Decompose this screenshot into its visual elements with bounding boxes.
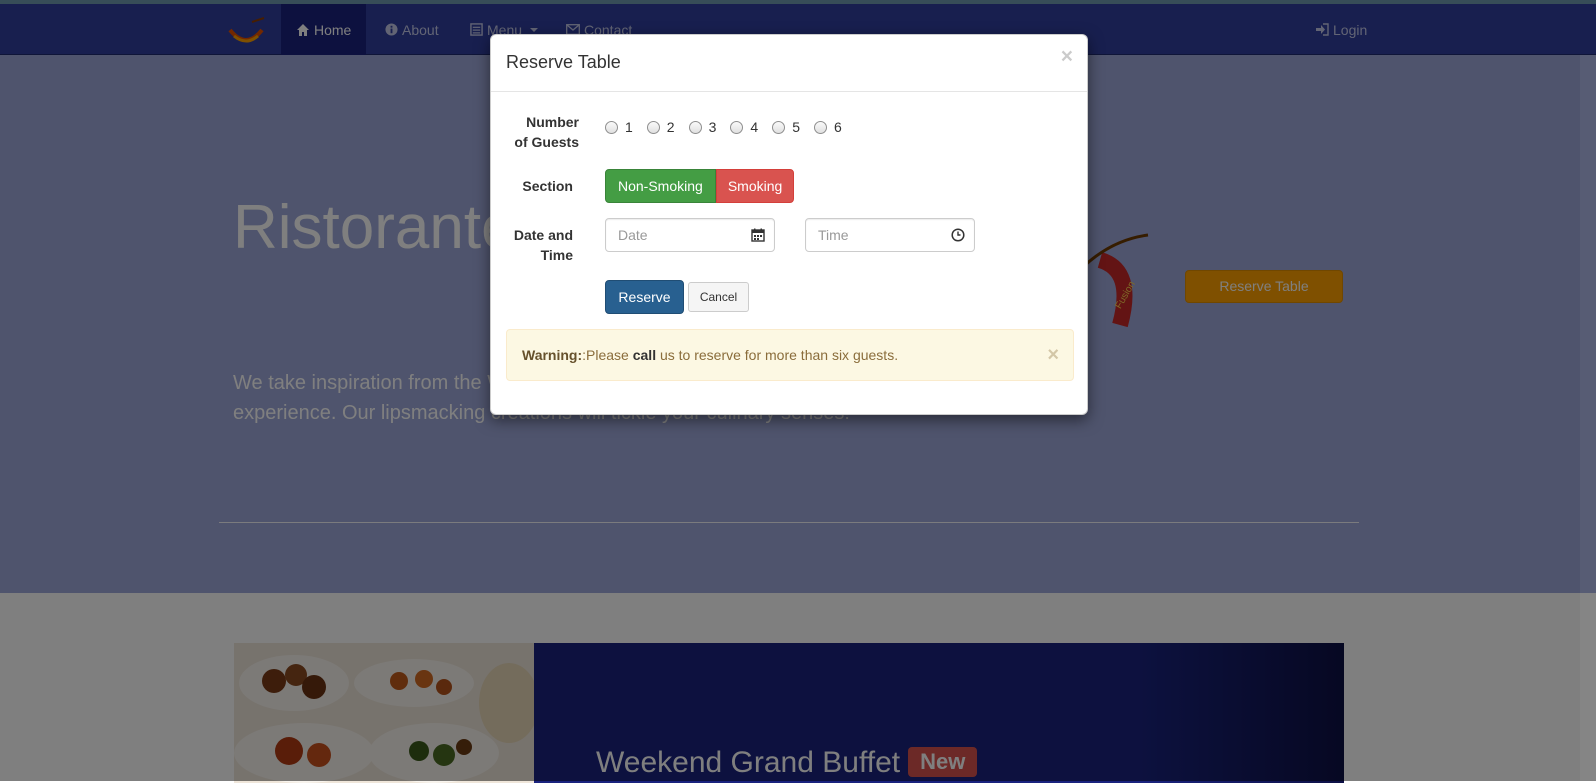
guest-option-label: 4 [750,119,759,135]
clock-icon[interactable] [951,228,965,242]
non-smoking-button[interactable]: Non-Smoking [605,169,716,203]
datetime-label: Date and Time [491,225,573,265]
alert-close-icon[interactable]: × [1047,330,1059,380]
modal-header: Reserve Table × [491,35,1087,92]
warning-alert: Warning::Please call us to reserve for m… [506,329,1074,381]
guest-option-label: 2 [666,119,675,135]
guest-option-6[interactable]: 6 [813,119,842,135]
alert-text-1: :Please [582,347,633,363]
scrollbar[interactable] [1580,55,1596,781]
radio-button[interactable] [772,120,786,134]
guests-label-line2: of Guests [514,134,579,150]
section-button-group: Non-Smoking Smoking [605,169,795,203]
modal-title: Reserve Table [506,52,621,72]
radio-button[interactable] [730,120,744,134]
guest-option-4[interactable]: 4 [730,119,758,135]
radio-button[interactable] [813,120,827,134]
section-label: Section [522,178,573,194]
smoking-button[interactable]: Smoking [715,169,795,203]
guests-label-line1: Number [526,114,579,130]
close-icon[interactable]: × [1061,46,1073,67]
time-input[interactable] [806,219,936,251]
datetime-label-line2: Time [540,247,573,263]
radio-button[interactable] [605,120,618,134]
guest-option-1[interactable]: 1 [605,119,633,135]
guest-option-label: 1 [625,119,633,135]
radio-button[interactable] [646,120,660,134]
guests-radio-group: 1 2 3 4 5 6 [605,119,856,135]
guests-label: Number of Guests [497,112,579,152]
alert-strong: Warning: [522,347,583,363]
date-field[interactable] [605,218,775,252]
guest-option-3[interactable]: 3 [688,119,717,135]
radio-button[interactable] [688,120,702,134]
guest-option-2[interactable]: 2 [646,119,675,135]
cancel-button[interactable]: Cancel [688,282,749,312]
datetime-label-line1: Date and [513,227,573,243]
reserve-table-modal: Reserve Table × Number of Guests 1 2 3 4… [490,34,1088,415]
alert-call: call [632,347,657,363]
guest-option-label: 6 [833,119,842,135]
alert-text-2: us to reserve for more than six guests. [656,347,899,363]
guest-option-label: 5 [792,119,800,135]
guest-option-label: 3 [708,119,717,135]
time-field[interactable] [805,218,975,252]
reserve-button[interactable]: Reserve [605,280,684,314]
date-input[interactable] [606,219,736,251]
guest-option-5[interactable]: 5 [772,119,800,135]
calendar-icon[interactable] [751,228,765,242]
